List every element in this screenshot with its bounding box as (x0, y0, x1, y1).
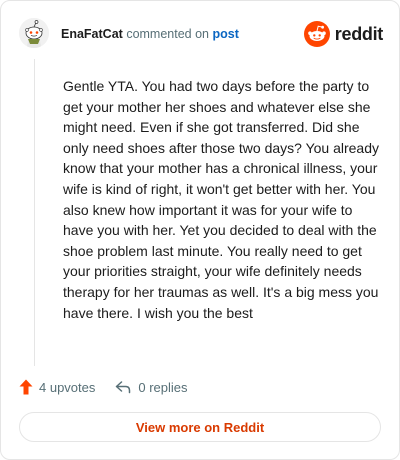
reply-control[interactable]: 0 replies (115, 379, 188, 395)
post-link[interactable]: post (212, 27, 238, 41)
comment-embed-card: EnaFatCat commented on post reddit Gentl… (0, 0, 400, 460)
reddit-brand[interactable]: reddit (303, 21, 384, 47)
comment-body: Gentle YTA. You had two days before the … (63, 78, 379, 321)
upvote-control[interactable]: 4 upvotes (19, 379, 95, 395)
reddit-logo-icon (303, 21, 330, 47)
upvote-count: 4 upvotes (39, 379, 96, 395)
view-more-button[interactable]: View more on Reddit (19, 412, 381, 442)
reply-count: 0 replies (138, 379, 188, 395)
comment-header: EnaFatCat commented on post reddit (19, 18, 383, 50)
reddit-wordmark: reddit (334, 23, 384, 44)
snoo-avatar-icon (19, 18, 49, 48)
snoo-avatar[interactable] (19, 18, 49, 48)
action-text: commented on (126, 27, 209, 41)
upvote-arrow-icon (19, 379, 33, 395)
reply-arrow-icon (116, 381, 131, 394)
author-name[interactable]: EnaFatCat (61, 27, 123, 41)
comment-footer: 4 upvotes 0 replies (19, 377, 188, 397)
thread-line (34, 59, 35, 366)
byline: EnaFatCat commented on post (61, 26, 239, 42)
